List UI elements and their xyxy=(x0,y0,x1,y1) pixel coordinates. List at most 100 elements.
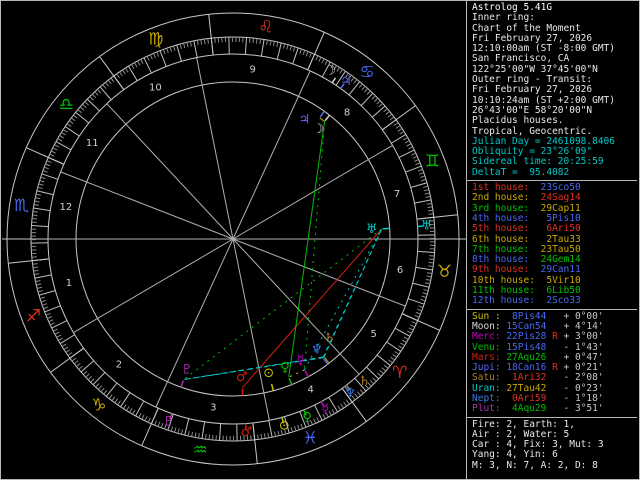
degree-tick xyxy=(84,101,89,106)
degree-tick xyxy=(116,73,120,79)
degree-tick xyxy=(77,109,83,114)
degree-tick xyxy=(428,265,434,268)
degree-tick xyxy=(204,434,207,440)
degree-tick xyxy=(397,128,403,132)
degree-tick xyxy=(34,200,40,203)
degree-tick xyxy=(403,137,408,141)
house-cusp-line xyxy=(232,238,406,307)
sign-glyph-gemini: ♊ xyxy=(425,152,440,172)
degree-tick xyxy=(177,428,180,434)
degree-tick xyxy=(91,93,97,99)
sign-boundary-line xyxy=(141,408,159,446)
degree-tick xyxy=(36,190,54,196)
degree-tick xyxy=(426,202,432,205)
planet-latitude-value: - 3°51' xyxy=(557,403,604,415)
degree-tick xyxy=(51,320,68,329)
degree-tick xyxy=(211,434,214,441)
degree-tick xyxy=(44,305,61,313)
degree-tick xyxy=(140,59,144,64)
degree-tick xyxy=(162,49,166,55)
degree-tick xyxy=(39,296,45,300)
degree-tick xyxy=(321,58,325,64)
degree-tick xyxy=(39,180,45,183)
degree-tick xyxy=(153,53,156,59)
planet-glyph-pluto-inner: ♇ xyxy=(181,363,193,378)
planet-pointer-mercury-inner xyxy=(304,370,309,378)
degree-tick xyxy=(394,351,400,355)
degree-tick xyxy=(427,209,434,212)
degree-tick xyxy=(263,433,266,439)
degree-tick xyxy=(417,168,423,172)
planet-row: Plut: 4Aqu29 - 3°51' xyxy=(472,404,637,414)
degree-tick xyxy=(391,134,407,144)
planet-pointer-venus-inner xyxy=(288,377,293,385)
degree-tick xyxy=(97,88,102,94)
degree-tick xyxy=(186,42,189,48)
degree-tick xyxy=(299,48,302,54)
degree-tick xyxy=(422,292,428,295)
degree-tick xyxy=(42,170,48,173)
separator xyxy=(467,416,637,418)
degree-tick xyxy=(359,389,364,394)
house-cusp-line xyxy=(106,103,234,240)
sign-glyph-virgo: ♍ xyxy=(148,29,163,49)
house-cusp-list: 1st house: 23Sco50 2nd house: 24Sag14 3rd … xyxy=(472,182,637,307)
degree-tick xyxy=(36,283,42,286)
planet-glyph-mars-inner: ♂ xyxy=(236,370,248,385)
degree-tick xyxy=(49,153,55,157)
degree-tick xyxy=(71,117,76,122)
degree-tick xyxy=(157,421,161,427)
degree-tick xyxy=(105,382,118,397)
degree-tick xyxy=(108,394,113,399)
degree-tick xyxy=(48,319,54,323)
degree-tick xyxy=(428,213,434,215)
degree-tick xyxy=(282,43,286,49)
degree-tick xyxy=(33,204,39,206)
degree-tick xyxy=(32,210,38,213)
degree-tick xyxy=(71,357,77,362)
degree-tick xyxy=(315,55,319,61)
degree-tick xyxy=(46,160,52,164)
degree-tick xyxy=(129,407,133,413)
degree-tick xyxy=(73,360,79,365)
degree-tick xyxy=(252,37,255,44)
degree-tick xyxy=(401,339,407,343)
degree-tick xyxy=(276,41,279,48)
degree-tick xyxy=(144,416,148,422)
degree-tick xyxy=(276,42,282,60)
house-cusp-line xyxy=(73,238,234,334)
degree-tick xyxy=(415,311,421,315)
planet-glyph-neptune-inner: ♆ xyxy=(311,342,323,357)
degree-tick xyxy=(183,43,186,49)
degree-tick xyxy=(61,343,67,347)
planet-position-list: Sun : 8Pis44 + 0°00' Moon: 15Can54 + 4°14… xyxy=(472,311,637,415)
sign-boundary-line xyxy=(8,258,50,264)
degree-tick xyxy=(208,434,211,440)
degree-tick xyxy=(117,400,121,406)
degree-tick xyxy=(392,353,398,358)
planet-glyph-jupiter-outer: ♃ xyxy=(340,74,352,89)
degree-tick xyxy=(154,420,158,426)
degree-tick xyxy=(331,409,335,414)
degree-tick xyxy=(371,95,376,100)
planet-glyph-venus-outer: ♀ xyxy=(302,411,312,426)
degree-tick xyxy=(146,55,150,61)
degree-tick xyxy=(387,113,393,118)
degree-tick xyxy=(85,373,90,378)
degree-tick xyxy=(244,37,247,55)
degree-tick xyxy=(289,45,292,51)
degree-tick xyxy=(399,131,405,135)
degree-tick xyxy=(428,261,434,264)
degree-tick xyxy=(169,46,173,52)
degree-tick xyxy=(420,175,426,179)
degree-tick xyxy=(417,250,435,253)
degree-tick xyxy=(376,100,381,105)
degree-tick xyxy=(414,199,432,204)
sign-glyph-leo: ♌ xyxy=(258,18,273,38)
degree-tick xyxy=(191,431,194,437)
chart-info-line: DeltaT = 95.4082 xyxy=(472,166,570,178)
degree-tick xyxy=(32,266,39,269)
chart-info: Inner ring: Chart of the Moment Fri Februa… xyxy=(472,12,637,178)
degree-tick xyxy=(128,65,138,81)
degree-tick xyxy=(379,370,384,375)
